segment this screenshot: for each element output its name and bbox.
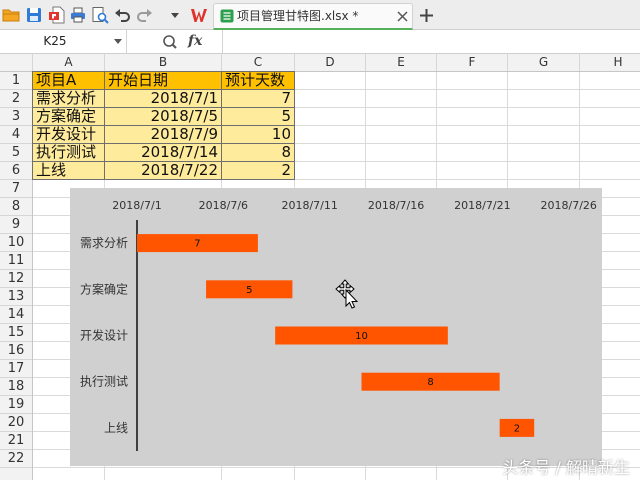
row-header[interactable]: 15	[0, 324, 32, 342]
task-name-cell[interactable]: 上线	[33, 162, 105, 180]
row-header[interactable]: 10	[0, 234, 32, 252]
row-header[interactable]: 17	[0, 360, 32, 378]
select-all-corner[interactable]	[0, 54, 33, 71]
spreadsheet-file-icon	[220, 9, 234, 23]
tab-workbook[interactable]: 项目管理甘特图.xlsx *	[213, 3, 413, 30]
category-label: 需求分析	[80, 236, 128, 250]
column-header[interactable]: F	[437, 54, 508, 71]
x-tick-label: 2018/7/21	[454, 199, 510, 212]
print-preview-icon[interactable]	[91, 6, 109, 24]
tab-title: 项目管理甘特图.xlsx *	[237, 9, 359, 23]
customize-dropdown-icon[interactable]	[170, 6, 180, 24]
duration-cell[interactable]: 7	[222, 90, 295, 108]
gantt-chart-plot: 2018/7/1 2018/7/6 2018/7/11 2018/7/16 2018/7…	[80, 199, 597, 451]
row-header[interactable]: 20	[0, 414, 32, 432]
row-header[interactable]: 13	[0, 288, 32, 306]
category-label: 方案确定	[80, 281, 128, 296]
row-header[interactable]: 14	[0, 306, 32, 324]
title-toolbar: 项目管理甘特图.xlsx *	[0, 0, 640, 30]
row-header[interactable]: 2	[0, 90, 32, 108]
row-header[interactable]: 18	[0, 378, 32, 396]
column-header[interactable]: H	[580, 54, 640, 71]
row-header[interactable]: 16	[0, 342, 32, 360]
row-header[interactable]: 9	[0, 216, 32, 234]
tab-close-icon[interactable]	[397, 11, 408, 22]
header-cell[interactable]: 预计天数	[222, 72, 295, 90]
bar-data-label: 7	[194, 239, 200, 250]
name-box[interactable]: K25	[0, 30, 127, 53]
start-date-cell[interactable]: 2018/7/1	[105, 90, 222, 108]
new-tab-icon[interactable]	[420, 9, 433, 22]
x-tick-label: 2018/7/1	[112, 199, 161, 212]
column-header[interactable]: E	[366, 54, 437, 71]
row-header[interactable]: 19	[0, 396, 32, 414]
row-headers: 1 2 3 4 5 6 7 8 9 10 11 12 13 14 15 16 1…	[0, 72, 33, 480]
header-cell[interactable]: 开始日期	[105, 72, 222, 90]
category-label: 上线	[104, 421, 128, 435]
row-header[interactable]: 12	[0, 270, 32, 288]
bar-data-label: 8	[427, 377, 433, 388]
export-pdf-icon[interactable]	[48, 6, 66, 24]
start-date-cell[interactable]: 2018/7/5	[105, 108, 222, 126]
row-header[interactable]: 1	[0, 72, 32, 90]
column-header[interactable]: D	[295, 54, 366, 71]
row-header[interactable]: 11	[0, 252, 32, 270]
row-header[interactable]: 4	[0, 126, 32, 144]
x-tick-label: 2018/7/11	[281, 199, 337, 212]
category-label: 执行测试	[80, 374, 128, 389]
header-cell[interactable]: 项目A	[33, 72, 105, 90]
row-header[interactable]: 7	[0, 180, 32, 198]
row-header[interactable]: 21	[0, 432, 32, 450]
name-box-value: K25	[43, 34, 67, 48]
column-header[interactable]: G	[508, 54, 580, 71]
save-icon[interactable]	[25, 6, 43, 24]
gantt-chart[interactable]: 2018/7/1 2018/7/6 2018/7/11 2018/7/16 2018/7…	[70, 188, 602, 466]
task-name-cell[interactable]: 方案确定	[33, 108, 105, 126]
start-date-cell[interactable]: 2018/7/22	[105, 162, 222, 180]
column-headers: A B C D E F G H	[0, 54, 640, 72]
x-tick-label: 2018/7/16	[368, 199, 424, 212]
undo-icon[interactable]	[113, 6, 131, 24]
row-header[interactable]: 22	[0, 450, 32, 468]
bar-data-label: 10	[355, 331, 368, 342]
bar-data-label: 5	[246, 285, 252, 296]
magnifier-icon[interactable]	[162, 34, 178, 50]
category-label: 开发设计	[80, 328, 128, 343]
task-name-cell[interactable]: 需求分析	[33, 90, 105, 108]
start-date-cell[interactable]: 2018/7/9	[105, 126, 222, 144]
x-tick-label: 2018/7/26	[541, 199, 597, 212]
duration-cell[interactable]: 2	[222, 162, 295, 180]
column-header[interactable]: A	[33, 54, 105, 71]
column-header[interactable]: C	[222, 54, 295, 71]
formula-input[interactable]	[222, 30, 640, 53]
move-cursor-icon	[335, 279, 361, 309]
project-table: 项目A 开始日期 预计天数 需求分析 2018/7/1 7 方案确定 2018/…	[32, 71, 295, 180]
row-header[interactable]: 5	[0, 144, 32, 162]
start-date-cell[interactable]: 2018/7/14	[105, 144, 222, 162]
duration-cell[interactable]: 8	[222, 144, 295, 162]
formula-bar: K25 fx	[0, 30, 640, 54]
print-icon[interactable]	[69, 6, 87, 24]
insert-function-button[interactable]: fx	[188, 30, 202, 53]
task-name-cell[interactable]: 开发设计	[33, 126, 105, 144]
duration-cell[interactable]: 5	[222, 108, 295, 126]
row-header[interactable]: 3	[0, 108, 32, 126]
open-folder-icon[interactable]	[2, 6, 20, 24]
row-header[interactable]: 8	[0, 198, 32, 216]
redo-icon[interactable]	[136, 6, 154, 24]
watermark: 头条号 / 解晴新生	[502, 458, 630, 477]
column-header[interactable]: B	[105, 54, 222, 71]
duration-cell[interactable]: 10	[222, 126, 295, 144]
row-header[interactable]: 6	[0, 162, 32, 180]
bar-data-label: 2	[514, 423, 520, 434]
x-tick-label: 2018/7/6	[199, 199, 248, 212]
chevron-down-icon[interactable]	[114, 39, 122, 44]
wps-logo-icon[interactable]	[190, 6, 208, 24]
task-name-cell[interactable]: 执行测试	[33, 144, 105, 162]
